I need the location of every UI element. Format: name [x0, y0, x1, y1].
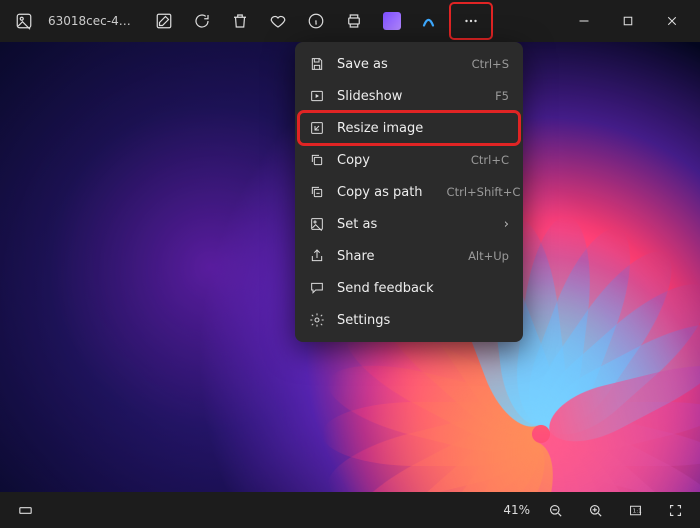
zoom-in-button[interactable] — [578, 495, 612, 525]
menu-item-shortcut: Ctrl+Shift+C — [447, 185, 521, 199]
menu-item-feedback[interactable]: Send feedback — [299, 272, 519, 304]
svg-text:1:1: 1:1 — [632, 508, 642, 514]
close-button[interactable] — [650, 0, 694, 42]
favorite-button[interactable] — [260, 3, 296, 39]
menu-item-shortcut: Ctrl+C — [471, 153, 509, 167]
menu-item-settings[interactable]: Settings — [299, 304, 519, 336]
share-icon — [309, 248, 325, 264]
menu-item-slideshow[interactable]: Slideshow F5 — [299, 80, 519, 112]
filmstrip-toggle[interactable] — [8, 495, 42, 525]
resize-icon — [309, 120, 325, 136]
ellipsis-icon — [462, 12, 480, 30]
menu-item-label: Copy — [337, 153, 370, 168]
print-button[interactable] — [336, 3, 372, 39]
menu-item-share[interactable]: Share Alt+Up — [299, 240, 519, 272]
feedback-icon — [309, 280, 325, 296]
window-controls — [562, 0, 694, 42]
menu-item-shortcut: F5 — [495, 89, 509, 103]
copy-path-icon — [309, 184, 325, 200]
menu-item-label: Copy as path — [337, 185, 423, 200]
menu-item-save-as[interactable]: Save as Ctrl+S — [299, 48, 519, 80]
set-as-icon — [309, 216, 325, 232]
toolbar: 63018cec-4cf2- — [0, 0, 700, 42]
menu-item-label: Settings — [337, 313, 390, 328]
designer-icon — [421, 12, 439, 30]
settings-icon — [309, 312, 325, 328]
menu-item-label: Resize image — [337, 121, 423, 136]
maximize-button[interactable] — [606, 0, 650, 42]
designer-button[interactable] — [412, 3, 448, 39]
menu-item-copy[interactable]: Copy Ctrl+C — [299, 144, 519, 176]
clipchamp-icon — [383, 12, 401, 30]
more-button[interactable] — [450, 3, 492, 39]
app-icon — [6, 3, 42, 39]
info-button[interactable] — [298, 3, 334, 39]
menu-item-resize[interactable]: Resize image — [299, 112, 519, 144]
zoom-percent: 41% — [501, 503, 532, 517]
chevron-right-icon: › — [504, 217, 509, 232]
edit-button[interactable] — [146, 3, 182, 39]
menu-item-label: Send feedback — [337, 281, 434, 296]
menu-item-label: Save as — [337, 57, 388, 72]
menu-item-shortcut: Ctrl+S — [472, 57, 509, 71]
more-menu: Save as Ctrl+S Slideshow F5 Resize image Copy… — [295, 42, 523, 342]
delete-button[interactable] — [222, 3, 258, 39]
slideshow-icon — [309, 88, 325, 104]
menu-item-label: Slideshow — [337, 89, 402, 104]
fullscreen-button[interactable] — [658, 495, 692, 525]
menu-item-label: Share — [337, 249, 375, 264]
save-as-icon — [309, 56, 325, 72]
minimize-button[interactable] — [562, 0, 606, 42]
clipchamp-button[interactable] — [374, 3, 410, 39]
rotate-button[interactable] — [184, 3, 220, 39]
menu-item-label: Set as — [337, 217, 377, 232]
menu-item-set-as[interactable]: Set as › — [299, 208, 519, 240]
copy-icon — [309, 152, 325, 168]
zoom-out-button[interactable] — [538, 495, 572, 525]
window-title: 63018cec-4cf2- — [44, 14, 144, 28]
menu-item-copy-path[interactable]: Copy as path Ctrl+Shift+C — [299, 176, 519, 208]
menu-item-shortcut: Alt+Up — [468, 249, 509, 263]
actual-size-button[interactable]: 1:1 — [618, 495, 652, 525]
status-bar: 41% 1:1 — [0, 492, 700, 528]
